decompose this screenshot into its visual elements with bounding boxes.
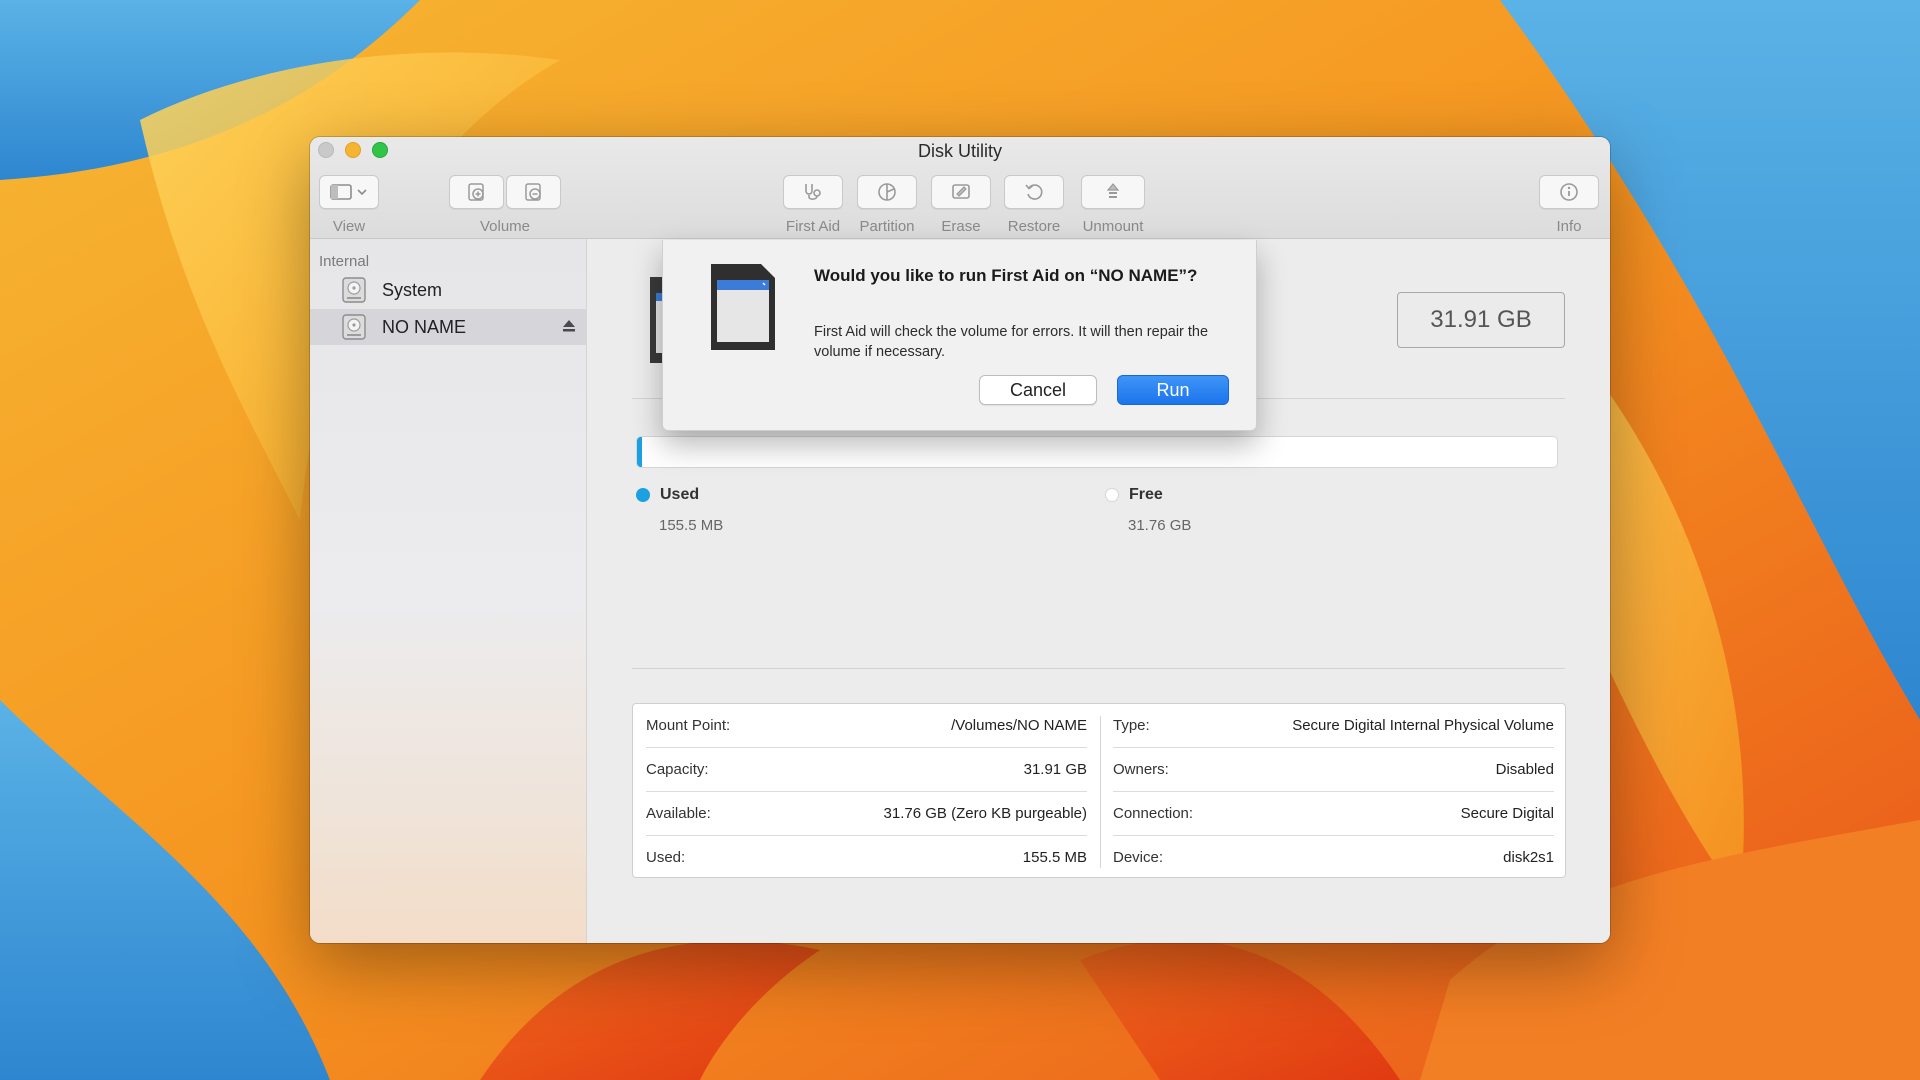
dialog-title: Would you like to run First Aid on “NO N… xyxy=(814,266,1198,285)
view-group: View xyxy=(319,175,379,235)
info-key: Owners: xyxy=(1113,761,1169,778)
info-group: Info xyxy=(1539,175,1599,235)
info-value: Secure Digital Internal Physical Volume xyxy=(1292,717,1554,734)
legend-free: Free 31.76 GB xyxy=(1105,486,1191,534)
info-icon xyxy=(1560,183,1578,201)
unmount-group: Unmount xyxy=(1081,175,1145,235)
info-key: Type: xyxy=(1113,717,1150,734)
info-row-connection: Connection: Secure Digital xyxy=(1113,792,1554,836)
view-label: View xyxy=(332,218,366,235)
dialog-message: First Aid will check the volume for erro… xyxy=(814,324,1209,360)
partition-icon xyxy=(878,183,896,201)
sidebar-section-internal: Internal xyxy=(319,253,370,270)
restore-button[interactable] xyxy=(1004,175,1064,209)
info-column-right: Type: Secure Digital Internal Physical V… xyxy=(1100,704,1567,879)
free-value: 31.76 GB xyxy=(1128,517,1192,534)
info-row-available: Available: 31.76 GB (Zero KB purgeable) xyxy=(646,792,1087,836)
info-key: Capacity: xyxy=(646,761,709,778)
first-aid-dialog: Would you like to run First Aid on “NO N… xyxy=(662,240,1257,431)
add-volume-button[interactable] xyxy=(449,175,504,209)
volume-capacity-box: 31.91 GB xyxy=(1397,292,1565,348)
toolbar: Disk Utility View Volume First Aid Parti… xyxy=(310,137,1610,239)
info-value: 31.91 GB xyxy=(1023,761,1087,778)
first-aid-group: First Aid xyxy=(783,175,843,235)
info-value: disk2s1 xyxy=(1503,848,1554,866)
erase-button[interactable] xyxy=(931,175,991,209)
stethoscope-icon xyxy=(805,184,821,200)
divider xyxy=(632,668,1565,669)
unmount-label: Unmount xyxy=(1082,218,1144,235)
usage-bar-used xyxy=(637,437,642,467)
info-row-used: Used: 155.5 MB xyxy=(646,835,1087,879)
restore-group: Restore xyxy=(1004,175,1064,235)
internal-disk-icon xyxy=(342,277,366,303)
info-row-owners: Owners: Disabled xyxy=(1113,748,1554,792)
volume-group: Volume xyxy=(449,175,561,235)
partition-group: Partition xyxy=(857,175,917,235)
partition-label: Partition xyxy=(859,218,915,235)
info-key: Available: xyxy=(646,805,711,822)
sd-card-icon xyxy=(711,264,775,350)
erase-icon xyxy=(952,184,970,199)
first-aid-button[interactable] xyxy=(783,175,843,209)
info-value: 31.76 GB (Zero KB purgeable) xyxy=(883,805,1087,822)
eject-icon[interactable] xyxy=(561,318,577,334)
restore-label: Restore xyxy=(1007,218,1061,235)
sidebar-item-label: System xyxy=(382,279,443,300)
info-key: Mount Point: xyxy=(646,717,731,734)
used-label: Used xyxy=(660,486,700,503)
run-button[interactable]: Run xyxy=(1117,375,1229,405)
info-value: /Volumes/NO NAME xyxy=(951,717,1087,734)
legend-used: Used 155.5 MB xyxy=(636,486,723,534)
volume-info-table: Mount Point: /Volumes/NO NAME Capacity: … xyxy=(632,703,1566,878)
unmount-icon xyxy=(1106,183,1120,198)
free-swatch xyxy=(1105,488,1119,502)
view-button[interactable] xyxy=(319,175,379,209)
info-row-capacity: Capacity: 31.91 GB xyxy=(646,748,1087,792)
sidebar-item-no-name[interactable]: NO NAME xyxy=(310,309,587,345)
internal-disk-icon xyxy=(342,314,366,340)
partition-button[interactable] xyxy=(857,175,917,209)
sidebar-icon xyxy=(330,184,367,200)
info-value: Secure Digital xyxy=(1460,805,1554,822)
info-label: Info xyxy=(1556,218,1582,235)
erase-label: Erase xyxy=(941,218,981,235)
info-column-left: Mount Point: /Volumes/NO NAME Capacity: … xyxy=(633,704,1100,879)
window-title: Disk Utility xyxy=(918,141,1002,161)
info-value: 155.5 MB xyxy=(1022,848,1087,866)
first-aid-label: First Aid xyxy=(785,218,841,235)
unmount-button[interactable] xyxy=(1081,175,1145,209)
info-key: Used: xyxy=(646,848,686,866)
info-key: Device: xyxy=(1113,848,1164,866)
remove-volume-icon xyxy=(524,183,541,201)
restore-icon xyxy=(1025,184,1043,200)
erase-group: Erase xyxy=(931,175,991,235)
usage-bar xyxy=(636,436,1558,468)
info-row-type: Type: Secure Digital Internal Physical V… xyxy=(1113,704,1554,748)
info-key: Connection: xyxy=(1113,805,1194,822)
volume-label: Volume xyxy=(479,218,531,235)
info-row-mount-point: Mount Point: /Volumes/NO NAME xyxy=(646,704,1087,748)
delete-volume-button[interactable] xyxy=(506,175,561,209)
info-row-device: Device: disk2s1 xyxy=(1113,835,1554,879)
free-label: Free xyxy=(1129,486,1163,503)
sidebar-item-system[interactable]: System xyxy=(310,272,587,308)
sidebar: Internal System NO NAME xyxy=(310,239,587,943)
add-volume-icon xyxy=(467,183,484,201)
used-value: 155.5 MB xyxy=(659,517,724,534)
used-swatch xyxy=(636,488,650,502)
info-value: Disabled xyxy=(1495,761,1554,778)
info-button[interactable] xyxy=(1539,175,1599,209)
sidebar-item-label: NO NAME xyxy=(382,316,467,337)
cancel-button[interactable]: Cancel xyxy=(979,375,1097,405)
